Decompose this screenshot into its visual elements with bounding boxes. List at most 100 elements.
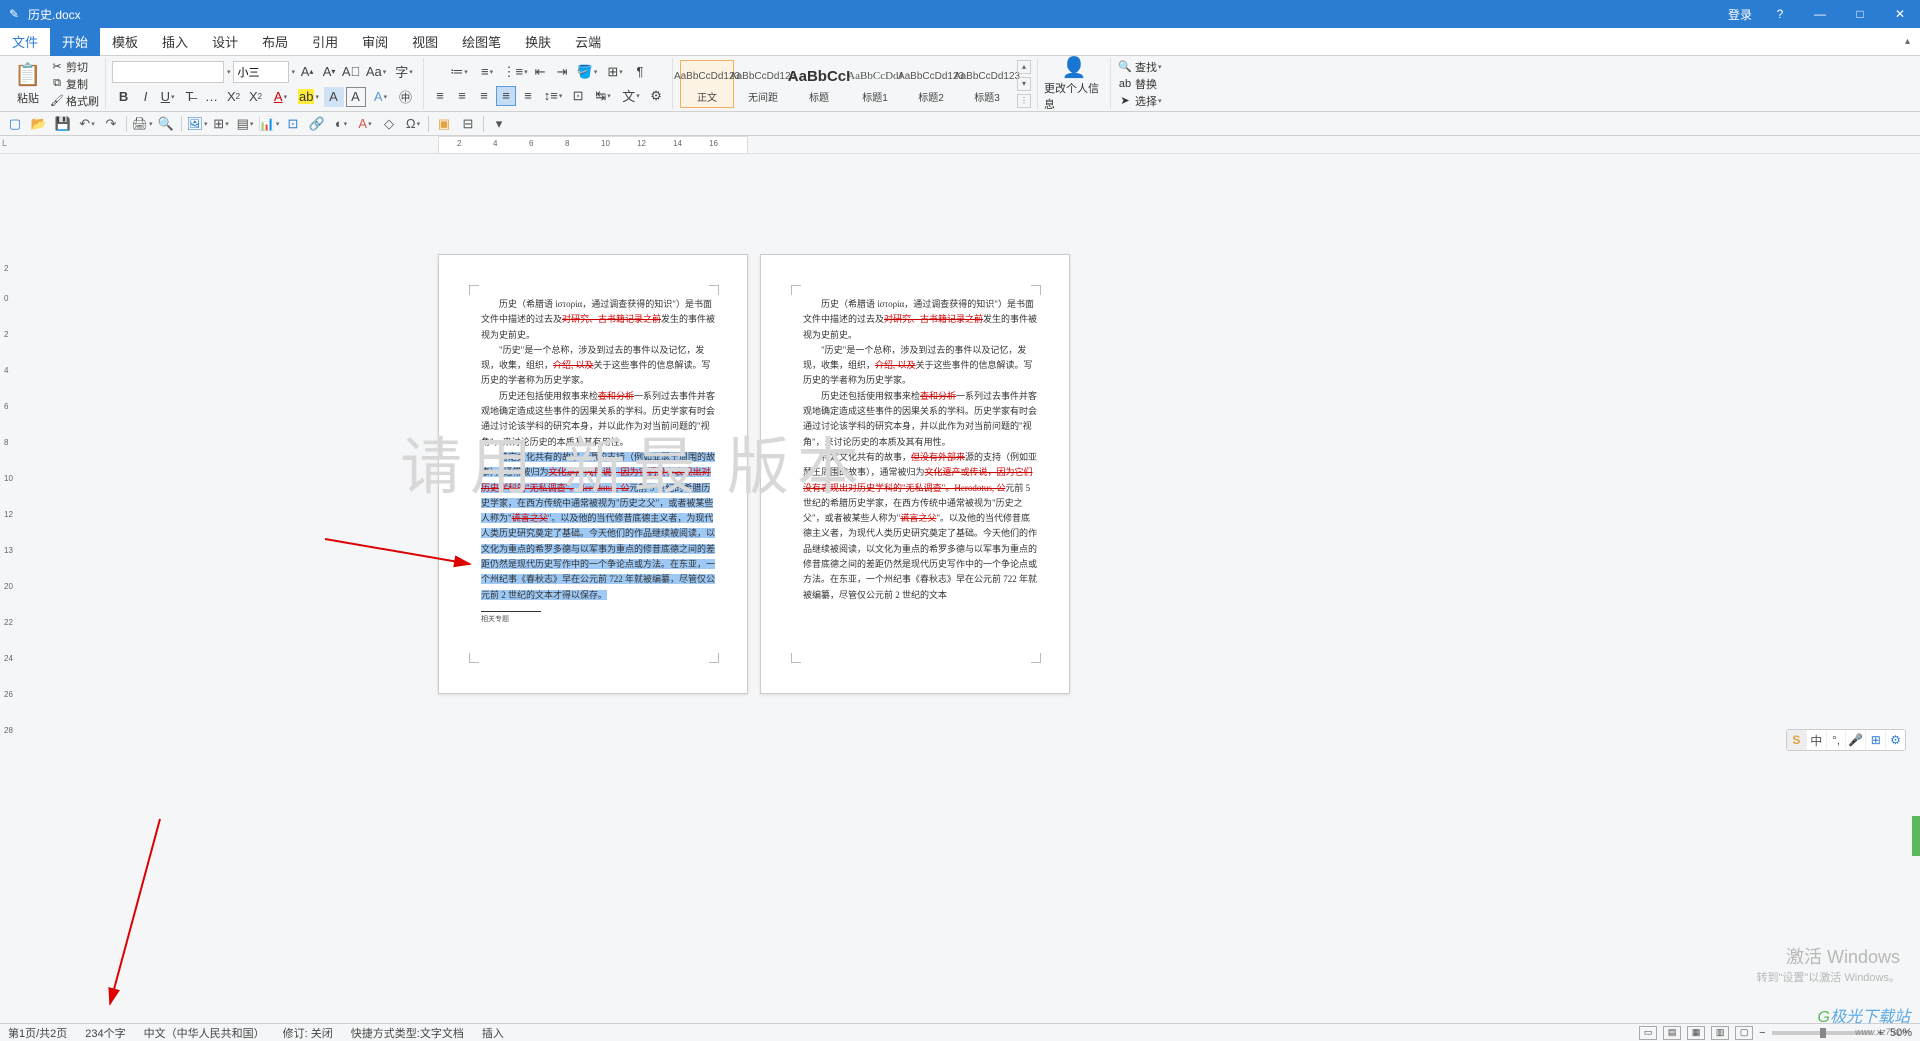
- menu-reference[interactable]: 引用: [300, 28, 350, 56]
- zoom-out-button[interactable]: −: [1759, 1027, 1765, 1039]
- decrease-indent-button[interactable]: ⇤: [530, 62, 550, 82]
- customize-button[interactable]: ▾: [488, 114, 510, 134]
- minimize-button[interactable]: —: [1800, 0, 1840, 28]
- page-1[interactable]: 历史（希腊语 ἱστορία，通过调查获得的知识"）是书面文件中描述的过去及对研…: [438, 254, 748, 694]
- open-button[interactable]: 📂: [28, 114, 50, 134]
- status-shortcut-type[interactable]: 快捷方式类型:文字文档: [351, 1025, 464, 1041]
- page-break-button[interactable]: ⊟: [457, 114, 479, 134]
- format-painter-button[interactable]: 🖌格式刷: [50, 93, 99, 109]
- view-draft-button[interactable]: ▢: [1735, 1026, 1753, 1040]
- ime-lang-button[interactable]: 中: [1807, 730, 1827, 750]
- menu-file[interactable]: 文件: [0, 28, 50, 56]
- line-spacing-button[interactable]: ↕≡▾: [540, 86, 566, 106]
- strikethrough-button[interactable]: T̶: [180, 87, 200, 107]
- text-effect-button[interactable]: A▾: [368, 87, 394, 107]
- page-2-content[interactable]: 历史（希腊语 ἱστορία，通过调查获得的知识"）是书面文件中描述的过去及对研…: [761, 255, 1069, 633]
- change-case-button[interactable]: Aa▾: [363, 62, 389, 82]
- bullet-list-button[interactable]: ≔▾: [446, 62, 472, 82]
- distribute-button[interactable]: ≡: [518, 86, 538, 106]
- sort-button[interactable]: ⊡: [568, 86, 588, 106]
- tab-char-button[interactable]: ↹▾: [590, 86, 616, 106]
- cut-button[interactable]: ✂剪切: [50, 59, 99, 75]
- find-button[interactable]: 🔍查找▾: [1117, 59, 1162, 75]
- status-page[interactable]: 第1页/共2页: [8, 1025, 67, 1041]
- picture-button[interactable]: 🖼▾: [186, 114, 208, 134]
- table-button[interactable]: ⊞▾: [210, 114, 232, 134]
- view-read-button[interactable]: ▭: [1639, 1026, 1657, 1040]
- vertical-ruler[interactable]: 2 0 2 4 6 8 10 12 13 20 22 24 26 28: [0, 154, 20, 1023]
- view-outline-button[interactable]: ▥: [1711, 1026, 1729, 1040]
- style-title[interactable]: AaBbCcI标题: [792, 60, 846, 108]
- multilevel-list-button[interactable]: ⋮≡▾: [502, 62, 528, 82]
- font-name-input[interactable]: [112, 61, 224, 83]
- new-doc-button[interactable]: ▢: [4, 114, 26, 134]
- emphasis-button[interactable]: …: [202, 87, 222, 107]
- redo-button[interactable]: ↷: [100, 114, 122, 134]
- login-button[interactable]: 登录: [1720, 0, 1760, 28]
- chevron-down-icon[interactable]: ▾: [227, 68, 231, 76]
- subscript-button[interactable]: X2: [246, 87, 266, 107]
- print-button[interactable]: 🖨▾: [131, 114, 153, 134]
- help-button[interactable]: ?: [1760, 0, 1800, 28]
- ime-punct-button[interactable]: °,: [1827, 730, 1847, 750]
- clear-format-button[interactable]: A⃠: [341, 62, 361, 82]
- menu-insert[interactable]: 插入: [150, 28, 200, 56]
- style-heading3[interactable]: AaBbCcDd123标题3: [960, 60, 1014, 108]
- menu-home[interactable]: 开始: [50, 28, 100, 56]
- shrink-font-button[interactable]: A▾: [319, 62, 339, 82]
- menu-template[interactable]: 模板: [100, 28, 150, 56]
- justify-button[interactable]: ≡: [496, 86, 516, 106]
- menu-view[interactable]: 视图: [400, 28, 450, 56]
- number-list-button[interactable]: ≡▾: [474, 62, 500, 82]
- textbox-button[interactable]: A▾: [354, 114, 376, 134]
- bold-button[interactable]: B: [114, 87, 134, 107]
- shading-button[interactable]: 🪣▾: [574, 62, 600, 82]
- screenshot-button[interactable]: ⊡: [282, 114, 304, 134]
- cover-button[interactable]: ▣: [433, 114, 455, 134]
- menu-review[interactable]: 审阅: [350, 28, 400, 56]
- horizontal-ruler[interactable]: 2 4 6 8 10 12 14 16: [438, 136, 748, 154]
- phonetic-guide-button[interactable]: 字▾: [391, 62, 417, 82]
- menu-layout[interactable]: 布局: [250, 28, 300, 56]
- preview-button[interactable]: 🔍: [155, 114, 177, 134]
- menu-draw[interactable]: 绘图笔: [450, 28, 513, 56]
- status-word-count[interactable]: 234个字: [85, 1025, 125, 1041]
- char-border-button[interactable]: A: [346, 87, 366, 107]
- align-center-button[interactable]: ≡: [452, 86, 472, 106]
- page-2[interactable]: 历史（希腊语 ἱστορία，通过调查获得的知识"）是书面文件中描述的过去及对研…: [760, 254, 1070, 694]
- text-direction-button[interactable]: 文▾: [618, 86, 644, 106]
- style-heading1[interactable]: AaBbCcDdJ标题1: [848, 60, 902, 108]
- style-nospacing[interactable]: AaBbCcDd123无间距: [736, 60, 790, 108]
- side-tab[interactable]: [1912, 816, 1920, 856]
- ime-grid-button[interactable]: ⊞: [1866, 730, 1886, 750]
- menu-design[interactable]: 设计: [200, 28, 250, 56]
- menu-cloud[interactable]: 云端: [563, 28, 613, 56]
- link-button[interactable]: 🔗: [306, 114, 328, 134]
- italic-button[interactable]: I: [136, 87, 156, 107]
- ime-settings-button[interactable]: ⚙: [1886, 730, 1905, 750]
- ime-logo-icon[interactable]: S: [1787, 730, 1807, 750]
- shapes-button[interactable]: ◐▾: [330, 114, 352, 134]
- ime-voice-button[interactable]: 🎤: [1846, 730, 1866, 750]
- align-left-button[interactable]: ≡: [430, 86, 450, 106]
- style-heading2[interactable]: AaBbCcDd123标题2: [904, 60, 958, 108]
- menu-skin[interactable]: 换肤: [513, 28, 563, 56]
- underline-button[interactable]: U▾: [158, 87, 178, 107]
- paste-button[interactable]: 📋 粘贴: [10, 59, 46, 109]
- grow-font-button[interactable]: A▴: [297, 62, 317, 82]
- maximize-button[interactable]: □: [1840, 0, 1880, 28]
- align-right-button[interactable]: ≡: [474, 86, 494, 106]
- status-track-changes[interactable]: 修订: 关闭: [283, 1025, 333, 1041]
- font-size-input[interactable]: 小三: [233, 61, 289, 83]
- chevron-down-icon[interactable]: ▾: [292, 68, 296, 76]
- header-button[interactable]: ▤▾: [234, 114, 256, 134]
- show-marks-button[interactable]: ¶: [630, 62, 650, 82]
- select-button[interactable]: ➤选择▾: [1117, 93, 1162, 109]
- change-personal-info-button[interactable]: 👤 更改个人信息: [1044, 55, 1104, 112]
- border-button[interactable]: ⊞▾: [602, 62, 628, 82]
- ime-toolbar[interactable]: S 中 °, 🎤 ⊞ ⚙: [1786, 729, 1906, 751]
- increase-indent-button[interactable]: ⇥: [552, 62, 572, 82]
- enclose-char-button[interactable]: ㊥: [396, 87, 416, 107]
- status-insert-mode[interactable]: 插入: [482, 1025, 504, 1041]
- highlight-button[interactable]: ab▾: [296, 87, 322, 107]
